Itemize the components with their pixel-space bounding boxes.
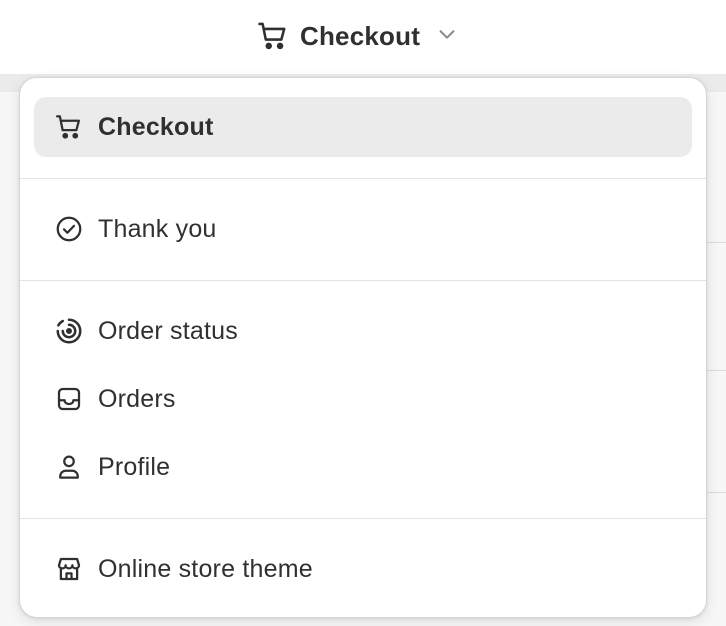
page-selector-label: Checkout — [300, 20, 421, 51]
menu-item-checkout[interactable]: Checkout — [34, 97, 692, 157]
menu-item-thank-you[interactable]: Thank you — [34, 199, 692, 259]
order-status-icon — [54, 316, 84, 346]
cart-icon — [54, 112, 84, 142]
menu-item-label: Orders — [98, 384, 176, 413]
menu-divider — [20, 280, 706, 281]
menu-item-label: Thank you — [98, 214, 217, 243]
menu-item-label: Order status — [98, 316, 238, 345]
page-dropdown-menu: Checkout Thank you Order status Orders P… — [19, 77, 707, 618]
inbox-icon — [54, 384, 84, 414]
menu-item-label: Online store theme — [98, 554, 313, 583]
cart-icon — [256, 19, 290, 53]
check-circle-icon — [54, 214, 84, 244]
menu-item-label: Checkout — [98, 112, 214, 141]
menu-divider — [20, 178, 706, 179]
store-icon — [54, 554, 84, 584]
menu-item-label: Profile — [98, 452, 171, 481]
menu-item-online-store-theme[interactable]: Online store theme — [34, 539, 692, 599]
menu-item-order-status[interactable]: Order status — [34, 301, 692, 361]
menu-item-profile[interactable]: Profile — [34, 437, 692, 497]
page-selector-button[interactable]: Checkout — [256, 18, 458, 54]
menu-item-orders[interactable]: Orders — [34, 369, 692, 429]
chevron-down-icon — [436, 23, 458, 50]
menu-divider — [20, 518, 706, 519]
person-icon — [54, 452, 84, 482]
